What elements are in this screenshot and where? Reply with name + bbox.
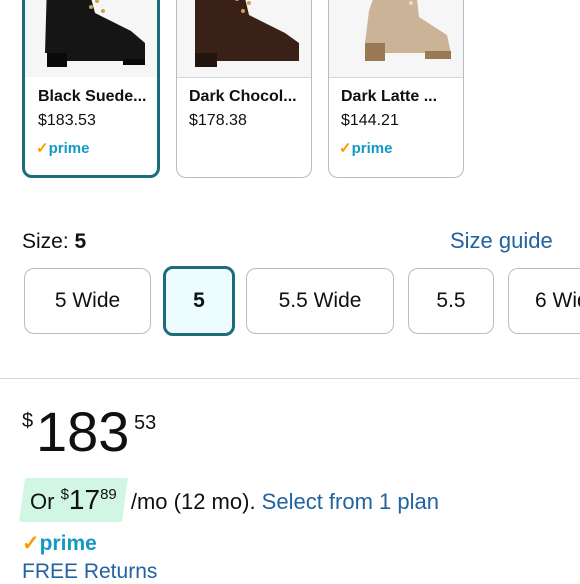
swatch-divider <box>177 77 311 78</box>
installment-terms: /mo (12 mo). <box>124 489 262 514</box>
product-image-black-boot <box>25 0 157 77</box>
size-option-6-wide[interactable]: 6 Wide <box>508 268 580 334</box>
boot-image-icon <box>365 0 451 61</box>
prime-check-icon: ✓ <box>36 140 49 157</box>
size-label: Size: 5 <box>22 230 87 253</box>
swatch-name: Dark Latte ... <box>341 88 438 105</box>
swatch-name: Dark Chocol... <box>189 88 297 105</box>
swatch-price: $183.53 <box>38 112 96 129</box>
size-option-5[interactable]: 5 <box>163 266 235 336</box>
installment-badge: Or $1789 <box>18 478 128 522</box>
swatch-price: $178.38 <box>189 112 247 129</box>
boot-image-icon <box>45 0 145 67</box>
prime-check-icon: ✓ <box>339 140 352 157</box>
section-divider <box>0 378 580 379</box>
installment-offer: Or $1789 /mo (12 mo). Select from 1 plan <box>18 478 439 522</box>
product-image-tan-boot <box>329 0 463 77</box>
size-option-5-5-wide[interactable]: 5.5 Wide <box>246 268 394 334</box>
boot-image-icon <box>195 0 299 67</box>
prime-check-icon: ✓ <box>22 532 40 555</box>
size-option-5-wide[interactable]: 5 Wide <box>24 268 151 334</box>
prime-logo: ✓prime <box>36 140 90 157</box>
swatch-name: Black Suede... <box>38 88 147 105</box>
price-whole: 183 <box>36 400 130 463</box>
free-returns-link[interactable]: FREE Returns <box>22 560 157 584</box>
prime-logo: ✓prime <box>339 140 393 157</box>
product-image-brown-boot <box>177 0 311 77</box>
swatch-dark-chocolate[interactable]: Dark Chocol... $178.38 <box>176 0 312 178</box>
size-guide-link[interactable]: Size guide <box>450 228 553 254</box>
select-plan-link[interactable]: Select from 1 plan <box>262 489 439 514</box>
swatch-divider <box>329 77 463 78</box>
swatch-dark-latte[interactable]: Dark Latte ... $144.21 ✓prime <box>328 0 464 178</box>
price-fraction: 53 <box>134 412 157 434</box>
swatch-price: $144.21 <box>341 112 399 129</box>
prime-logo: ✓prime <box>22 532 97 555</box>
swatch-black-suede[interactable]: Black Suede... $183.53 ✓prime <box>22 0 160 178</box>
selected-size-value: 5 <box>74 230 87 253</box>
price-symbol: $ <box>22 410 34 432</box>
size-option-5-5[interactable]: 5.5 <box>408 268 494 334</box>
